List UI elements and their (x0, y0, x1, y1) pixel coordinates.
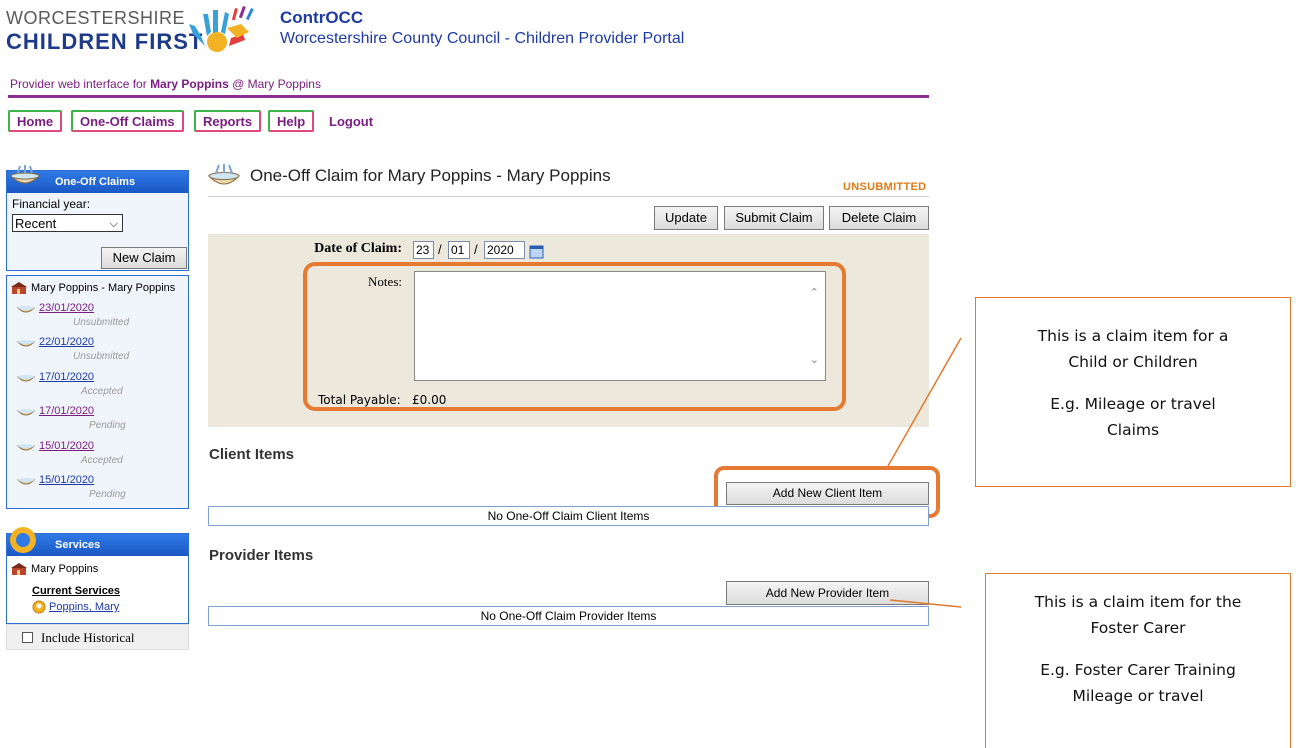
callout-text: E.g. Mileage or travel (1050, 395, 1216, 413)
callout-text: Claims (1106, 421, 1160, 439)
callout-text: This is a claim item for a (1037, 327, 1229, 345)
callout-text: This is a claim item for the (1034, 593, 1242, 611)
client-item-callout: This is a claim item for a Child or Chil… (975, 297, 1291, 487)
callout-text: Mileage or travel (1072, 687, 1204, 705)
callout-text: E.g. Foster Carer Training (1040, 661, 1236, 679)
callout-text: Child or Children (1068, 353, 1198, 371)
provider-item-callout: This is a claim item for the Foster Care… (985, 573, 1291, 748)
callout-text: Foster Carer (1090, 619, 1186, 637)
